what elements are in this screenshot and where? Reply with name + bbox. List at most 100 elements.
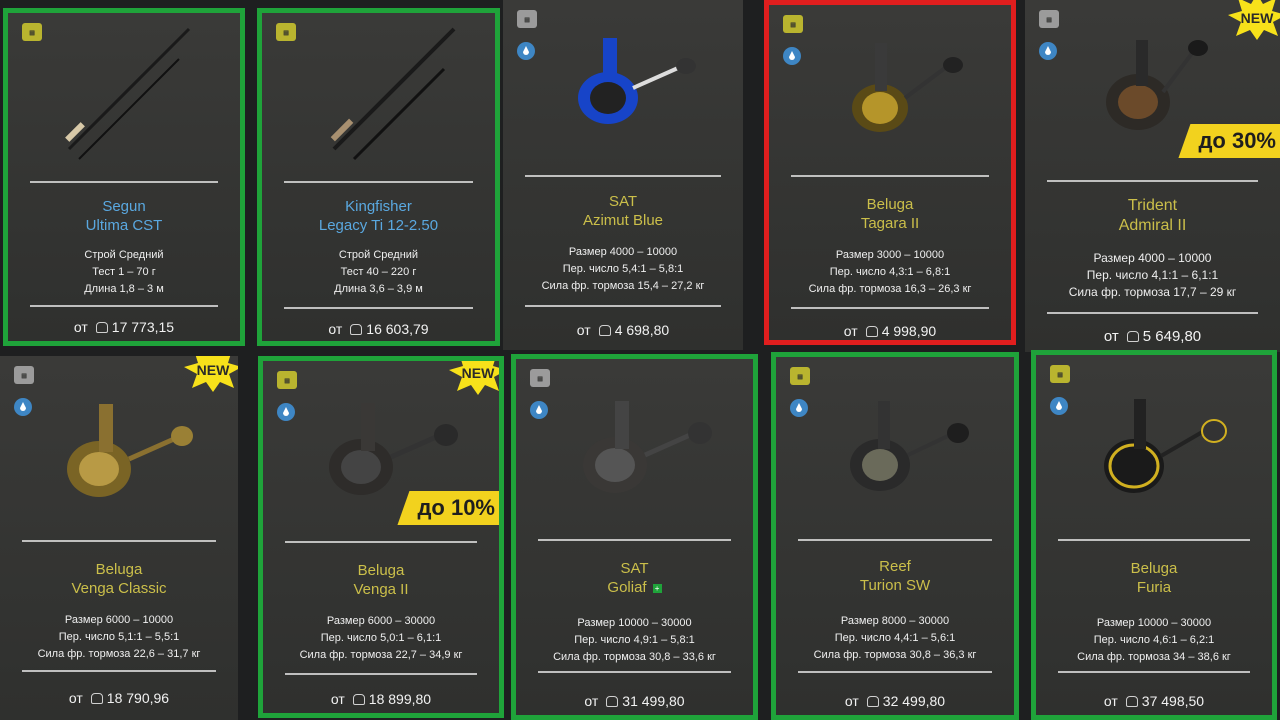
product-price: от 5 649,80	[1025, 328, 1280, 345]
product-specs: Размер 8000 – 30000 Пер. число 4,4:1 – 5…	[776, 613, 1014, 664]
card-divider	[1047, 312, 1258, 314]
product-price: от 4 698,80	[503, 322, 743, 338]
product-name: Trident Admiral II	[1025, 196, 1280, 236]
card-divider	[538, 671, 731, 673]
product-card[interactable]: ▦ Kingfisher Legacy Ti 12-2.50 Строй Сре…	[257, 8, 500, 346]
product-price: от 18 790,96	[0, 690, 238, 706]
card-divider	[284, 181, 473, 183]
price-prefix: от	[844, 693, 859, 709]
product-card[interactable]: ▦ NEW до 30% Trident Admiral II Размер 4…	[1025, 0, 1280, 352]
product-model: Azimut Blue	[582, 212, 664, 229]
product-specs: Строй Средний Тест 1 – 70 г Длина 1,8 – …	[8, 247, 240, 298]
product-card[interactable]: ▦ SAT Goliaf + Размер 10000 – 30000 Пер. …	[511, 354, 758, 720]
product-specs: Размер 4000 – 10000 Пер. число 5,4:1 – 5…	[503, 244, 743, 295]
spec-line: Строй Средний	[338, 249, 419, 261]
price-value: 18 790,96	[106, 690, 170, 706]
product-brand: Segun	[102, 198, 146, 215]
price-prefix: от	[328, 321, 343, 337]
discount-badge: до 10%	[397, 491, 499, 525]
product-price: от 32 499,80	[776, 693, 1014, 709]
spec-line: Размер 8000 – 30000	[840, 615, 950, 627]
card-divider	[285, 541, 477, 543]
product-card[interactable]: ▦ Segun Ultima CST Строй Средний Тест 1 …	[3, 8, 245, 346]
spec-line: Сила фр. тормоза 15,4 – 27,2 кг	[541, 280, 705, 292]
card-divider	[1047, 180, 1258, 182]
product-specs: Размер 6000 – 10000 Пер. число 5,1:1 – 5…	[0, 612, 238, 663]
spec-line: Длина 1,8 – 3 м	[84, 283, 164, 295]
product-brand: SAT	[620, 560, 649, 577]
product-card[interactable]: ▦ Beluga Tagara II Размер 3000 – 10000 П…	[764, 0, 1016, 345]
product-brand: Reef	[879, 558, 911, 575]
spec-line: Сила фр. тормоза 22,6 – 31,7 кг	[37, 648, 201, 660]
spec-line: Пер. число 4,3:1 – 6,8:1	[829, 266, 951, 278]
product-name: Kingfisher Legacy Ti 12-2.50	[262, 197, 495, 235]
plus-icon: +	[652, 583, 662, 593]
card-divider	[525, 305, 721, 307]
spec-line: Длина 3,6 – 3,9 м	[334, 283, 423, 295]
price-prefix: от	[576, 322, 591, 338]
coin-icon	[350, 324, 363, 335]
coin-icon	[865, 326, 878, 337]
price-prefix: от	[68, 690, 83, 706]
card-divider	[30, 305, 218, 307]
reel-image	[0, 374, 238, 524]
product-model: Ultima CST	[85, 217, 163, 234]
price-value: 4 998,90	[881, 323, 937, 339]
product-brand: Beluga	[1130, 560, 1178, 577]
spec-line: Сила фр. тормоза 30,8 – 36,3 кг	[813, 649, 977, 661]
spec-line: Пер. число 4,6:1 – 6,2:1	[1093, 634, 1215, 646]
spec-line: Размер 10000 – 30000	[577, 617, 692, 629]
product-model: Admiral II	[1118, 217, 1187, 234]
price-value: 5 649,80	[1142, 328, 1202, 345]
product-price: от 16 603,79	[262, 321, 495, 337]
product-name: SAT Azimut Blue	[503, 192, 743, 230]
card-divider	[798, 539, 992, 541]
spec-line: Размер 4000 – 10000	[568, 246, 678, 258]
product-price: от 18 899,80	[263, 691, 499, 707]
reel-image	[776, 373, 1014, 523]
card-divider	[284, 307, 473, 309]
reel-image	[769, 13, 1011, 163]
product-card[interactable]: ▦ Reef Turion SW Размер 8000 – 30000 Пер…	[771, 352, 1019, 720]
card-divider	[791, 175, 989, 177]
card-divider	[30, 181, 218, 183]
card-divider	[791, 307, 989, 309]
coin-icon	[95, 322, 108, 333]
card-divider	[22, 540, 216, 542]
product-name: Segun Ultima CST	[8, 197, 240, 235]
product-card[interactable]: ▦ NEW Beluga Venga Classic Размер 6000 –…	[0, 356, 238, 720]
card-divider	[538, 539, 731, 541]
price-prefix: от	[843, 323, 858, 339]
product-model: Venga Classic	[71, 580, 167, 597]
card-divider	[798, 671, 992, 673]
product-price: от 4 998,90	[769, 323, 1011, 339]
reel-image	[1036, 371, 1272, 521]
product-name: Beluga Tagara II	[769, 195, 1011, 233]
spec-line: Пер. число 4,4:1 – 5,6:1	[834, 632, 956, 644]
coin-icon	[1125, 696, 1138, 707]
coin-icon	[598, 325, 611, 336]
coin-icon	[90, 693, 103, 704]
spec-line: Размер 3000 – 10000	[835, 249, 945, 261]
product-specs: Размер 10000 – 30000 Пер. число 4,9:1 – …	[516, 615, 753, 666]
reel-image	[503, 8, 743, 158]
card-divider	[1058, 671, 1250, 673]
price-value: 17 773,15	[111, 319, 175, 335]
price-value: 16 603,79	[366, 321, 429, 337]
product-card[interactable]: ▦ Beluga Furia Размер 10000 – 30000 Пер.…	[1031, 350, 1277, 720]
product-card[interactable]: ▦ SAT Azimut Blue Размер 4000 – 10000 Пе…	[503, 0, 743, 350]
product-brand: Beluga	[95, 561, 143, 578]
spec-line: Размер 4000 – 10000	[1093, 251, 1212, 265]
price-prefix: от	[73, 319, 88, 335]
product-specs: Размер 3000 – 10000 Пер. число 4,3:1 – 6…	[769, 247, 1011, 298]
rod-image	[8, 19, 240, 169]
rod-image	[262, 19, 495, 169]
card-divider	[22, 670, 216, 672]
spec-line: Тест 1 – 70 г	[92, 266, 156, 278]
product-card[interactable]: ▦ NEW до 10% Beluga Venga II Размер 6000…	[258, 356, 504, 718]
card-divider	[285, 673, 477, 675]
coin-icon	[606, 696, 619, 707]
product-price: от 31 499,80	[516, 693, 753, 709]
coin-icon	[352, 694, 365, 705]
coin-icon	[866, 696, 879, 707]
